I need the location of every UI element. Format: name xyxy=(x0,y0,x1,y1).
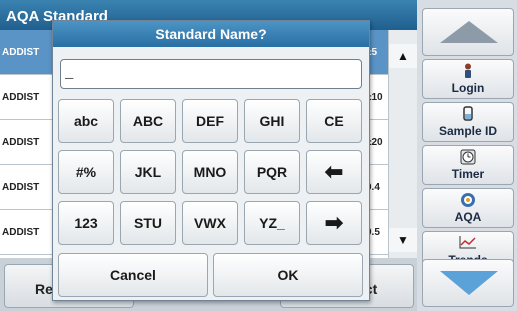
cancel-button[interactable]: Cancel xyxy=(58,253,208,297)
app-window: AQA Standard ADDIST ±5 ADDIST ±10 ADDIST… xyxy=(0,0,517,311)
aqa-icon xyxy=(423,192,513,210)
aqa-label: AQA xyxy=(454,210,482,224)
login-label: Login xyxy=(451,81,485,95)
aqa-button[interactable]: AQA xyxy=(422,188,514,228)
key-ghi[interactable]: GHI xyxy=(244,99,300,143)
key-def[interactable]: DEF xyxy=(182,99,238,143)
forward-arrow-icon[interactable]: ➡ xyxy=(306,201,362,245)
key-abc-upper[interactable]: ABC xyxy=(120,99,176,143)
person-icon xyxy=(423,63,513,81)
dialog-title: Standard Name? xyxy=(53,21,369,47)
name-input[interactable]: _ xyxy=(60,59,362,89)
key-jkl[interactable]: JKL xyxy=(120,150,176,194)
scroll-down-small-icon[interactable]: ▼ xyxy=(389,228,417,252)
list-item-name: ADDIST xyxy=(2,47,40,58)
scroll-up-button[interactable] xyxy=(422,8,514,56)
scroll-up-small-icon[interactable]: ▲ xyxy=(389,44,417,68)
backspace-arrow-icon[interactable]: ⬅ xyxy=(306,150,362,194)
key-pqr[interactable]: PQR xyxy=(244,150,300,194)
key-yz-underscore[interactable]: YZ_ xyxy=(244,201,300,245)
standard-name-dialog: Standard Name? _ abc ABC DEF GHI CE #% J… xyxy=(52,20,370,301)
key-abc[interactable]: abc xyxy=(58,99,114,143)
key-vwx[interactable]: VWX xyxy=(182,201,238,245)
trend-chart-icon xyxy=(423,235,513,253)
login-button[interactable]: Login xyxy=(422,59,514,99)
list-item-name: ADDIST xyxy=(2,182,40,193)
key-symbols[interactable]: #% xyxy=(58,150,114,194)
list-item-name: ADDIST xyxy=(2,92,40,103)
tool-panel: Login Sample ID Timer AQA Trends xyxy=(417,0,517,311)
key-mno[interactable]: MNO xyxy=(182,150,238,194)
list-item-name: ADDIST xyxy=(2,227,40,238)
vial-icon xyxy=(423,106,513,124)
timer-icon xyxy=(423,149,513,167)
timer-label: Timer xyxy=(451,167,485,181)
key-stu[interactable]: STU xyxy=(120,201,176,245)
arrow-up-icon xyxy=(440,21,498,43)
ok-button[interactable]: OK xyxy=(213,253,363,297)
list-scrollbar[interactable]: ▲ ▼ xyxy=(388,30,417,258)
list-item-name: ADDIST xyxy=(2,137,40,148)
sample-id-button[interactable]: Sample ID xyxy=(422,102,514,142)
sample-id-label: Sample ID xyxy=(438,124,498,138)
arrow-down-icon xyxy=(440,271,498,295)
key-clear-entry[interactable]: CE xyxy=(306,99,362,143)
timer-button[interactable]: Timer xyxy=(422,145,514,185)
scroll-down-button[interactable] xyxy=(422,259,514,307)
key-numeric[interactable]: 123 xyxy=(58,201,114,245)
